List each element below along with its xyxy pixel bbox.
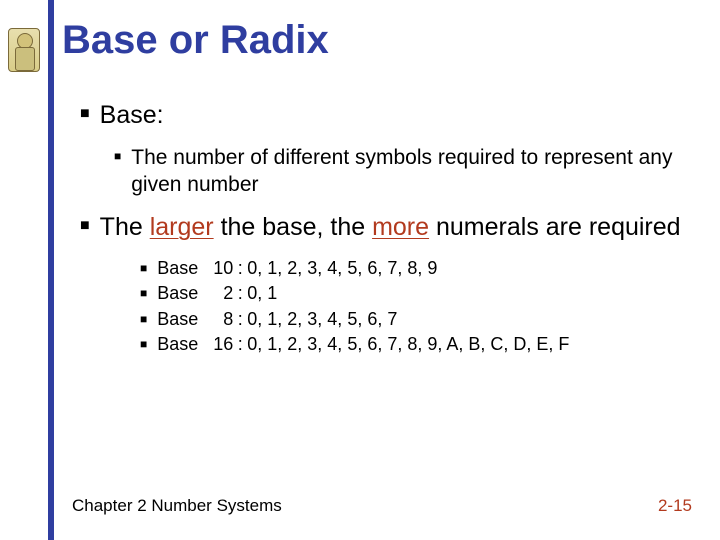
base-number: 8 bbox=[205, 308, 233, 331]
text-fragment: the base, the bbox=[214, 213, 372, 241]
bullet-icon: ■ bbox=[140, 282, 147, 299]
base-row-2: ■ Base2:0, 1 bbox=[140, 282, 690, 305]
decorative-figure bbox=[8, 28, 40, 72]
base-row-16: ■ Base16:0, 1, 2, 3, 4, 5, 6, 7, 8, 9, A… bbox=[140, 333, 690, 356]
base-number: 2 bbox=[205, 282, 233, 305]
base-digits: 0, 1, 2, 3, 4, 5, 6, 7, 8, 9, A, B, C, D… bbox=[247, 334, 569, 354]
accent-line bbox=[48, 0, 54, 540]
bullet-icon: ■ bbox=[140, 333, 147, 350]
base-word: Base bbox=[157, 257, 205, 280]
base-row-10: ■ Base10:0, 1, 2, 3, 4, 5, 6, 7, 8, 9 bbox=[140, 257, 690, 280]
colon-separator: : bbox=[233, 308, 247, 331]
base-word: Base bbox=[157, 333, 205, 356]
base-digits: 0, 1, 2, 3, 4, 5, 6, 7, 8, 9 bbox=[247, 258, 437, 278]
base-word: Base bbox=[157, 308, 205, 331]
base-row-text: Base2:0, 1 bbox=[147, 282, 277, 305]
bullet-icon: ■ bbox=[80, 212, 90, 234]
colon-separator: : bbox=[233, 282, 247, 305]
slide: Base or Radix ■ Base: ■ The number of di… bbox=[0, 0, 720, 540]
emphasis-more: more bbox=[372, 213, 429, 241]
bullet-larger-text: The larger the base, the more numerals a… bbox=[90, 212, 681, 243]
text-fragment: numerals are required bbox=[429, 213, 681, 241]
bullet-larger: ■ The larger the base, the more numerals… bbox=[80, 212, 690, 243]
bullet-icon: ■ bbox=[140, 308, 147, 325]
base-number: 16 bbox=[205, 333, 233, 356]
colon-separator: : bbox=[233, 257, 247, 280]
base-row-text: Base10:0, 1, 2, 3, 4, 5, 6, 7, 8, 9 bbox=[147, 257, 437, 280]
bullet-base-definition-text: The number of different symbols required… bbox=[121, 145, 690, 198]
chapter-label: Chapter 2 Number Systems bbox=[72, 496, 282, 516]
emphasis-larger: larger bbox=[150, 213, 214, 241]
base-digits: 0, 1 bbox=[247, 283, 277, 303]
bullet-icon: ■ bbox=[140, 257, 147, 274]
colon-separator: : bbox=[233, 333, 247, 356]
slide-content: ■ Base: ■ The number of different symbol… bbox=[80, 100, 690, 357]
bullet-base-definition: ■ The number of different symbols requir… bbox=[114, 145, 690, 198]
bullet-icon: ■ bbox=[80, 100, 90, 122]
base-word: Base bbox=[157, 282, 205, 305]
base-row-text: Base16:0, 1, 2, 3, 4, 5, 6, 7, 8, 9, A, … bbox=[147, 333, 569, 356]
bullet-base: ■ Base: bbox=[80, 100, 690, 131]
page-number: 2-15 bbox=[658, 496, 692, 516]
base-row-8: ■ Base8:0, 1, 2, 3, 4, 5, 6, 7 bbox=[140, 308, 690, 331]
slide-title: Base or Radix bbox=[62, 18, 329, 63]
text-fragment: The bbox=[100, 213, 150, 241]
base-row-text: Base8:0, 1, 2, 3, 4, 5, 6, 7 bbox=[147, 308, 397, 331]
bullet-base-label: Base: bbox=[90, 100, 164, 131]
bullet-icon: ■ bbox=[114, 145, 121, 162]
base-digits: 0, 1, 2, 3, 4, 5, 6, 7 bbox=[247, 309, 397, 329]
base-number: 10 bbox=[205, 257, 233, 280]
